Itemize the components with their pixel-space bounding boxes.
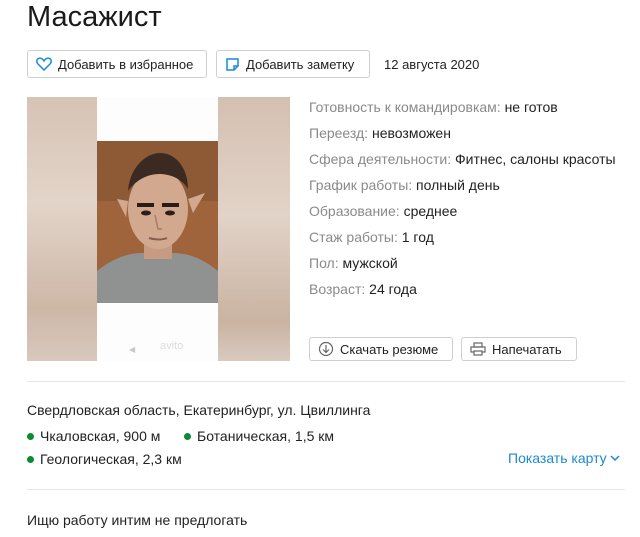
metro-dot-icon — [184, 432, 191, 440]
detail-value: мужской — [342, 255, 398, 271]
metro-station-name: Чкаловская, 900 м — [40, 428, 161, 444]
detail-row: Готовность к командировкам: не готов — [309, 97, 629, 117]
detail-row: Сфера деятельности: Фитнес, салоны красо… — [309, 149, 629, 169]
metro-station: Геологическая, 2,3 км — [27, 451, 182, 467]
detail-label: Возраст: — [309, 281, 366, 297]
camera-icon: ◀ — [129, 345, 136, 354]
detail-label: Сфера деятельности: — [309, 151, 452, 167]
detail-row: График работы: полный день — [309, 175, 629, 195]
note-icon — [226, 57, 239, 71]
detail-value: 24 года — [369, 281, 417, 297]
detail-value: не готов — [504, 99, 558, 115]
divider — [27, 489, 625, 490]
metro-station: Чкаловская, 900 м — [27, 428, 160, 444]
detail-row: Переезд: невозможен — [309, 123, 629, 143]
resume-description: Ищю работу интим не предлогать — [27, 512, 248, 528]
print-button[interactable]: Напечатать — [461, 337, 577, 361]
resume-details: Готовность к командировкам: не готов Пер… — [309, 97, 629, 305]
photo-blur-left — [27, 97, 97, 361]
detail-value: полный день — [416, 177, 500, 193]
detail-label: Готовность к командировкам: — [309, 99, 501, 115]
selfie-image — [97, 141, 218, 303]
photo-blur-right — [218, 97, 290, 361]
show-map-link[interactable]: Показать карту — [508, 450, 620, 466]
add-to-favorites-button[interactable]: Добавить в избранное — [27, 50, 207, 78]
add-to-favorites-label: Добавить в избранное — [58, 56, 194, 72]
download-resume-label: Скачать резюме — [340, 341, 439, 357]
detail-value: невозможен — [371, 125, 451, 141]
detail-row: Возраст: 24 года — [309, 279, 629, 299]
detail-value: среднее — [403, 203, 458, 219]
metro-dot-icon — [27, 432, 34, 440]
heart-icon — [36, 57, 52, 71]
download-icon — [318, 341, 334, 357]
page-title: Масажист — [27, 1, 162, 33]
print-label: Напечатать — [492, 341, 562, 357]
divider — [27, 381, 625, 382]
add-note-button[interactable]: Добавить заметку — [216, 50, 370, 78]
address: Свердловская область, Екатеринбург, ул. … — [27, 402, 371, 418]
detail-row: Образование: среднее — [309, 201, 629, 221]
detail-label: Образование: — [309, 203, 400, 219]
metro-station-name: Ботаническая, 1,5 км — [197, 428, 335, 444]
show-map-label: Показать карту — [508, 450, 607, 466]
download-resume-button[interactable]: Скачать резюме — [309, 337, 453, 361]
metro-station: Ботаническая, 1,5 км — [184, 428, 334, 444]
detail-value: Фитнес, салоны красоты — [454, 151, 616, 167]
profile-photo[interactable]: ◀ avito — [27, 97, 290, 361]
detail-row: Стаж работы: 1 год — [309, 227, 629, 247]
publish-date: 12 августа 2020 — [384, 57, 480, 72]
metro-station-name: Геологическая, 2,3 км — [40, 451, 182, 467]
detail-label: Переезд: — [309, 125, 369, 141]
detail-label: Пол: — [309, 255, 339, 271]
add-note-label: Добавить заметку — [246, 56, 355, 72]
printer-icon — [470, 342, 486, 356]
detail-value: 1 год — [401, 229, 434, 245]
metro-dot-icon — [27, 455, 34, 463]
detail-label: Стаж работы: — [309, 229, 398, 245]
photo-watermark: avito — [160, 340, 184, 352]
detail-row: Пол: мужской — [309, 253, 629, 273]
detail-label: График работы: — [309, 177, 413, 193]
chevron-down-icon — [610, 455, 620, 462]
